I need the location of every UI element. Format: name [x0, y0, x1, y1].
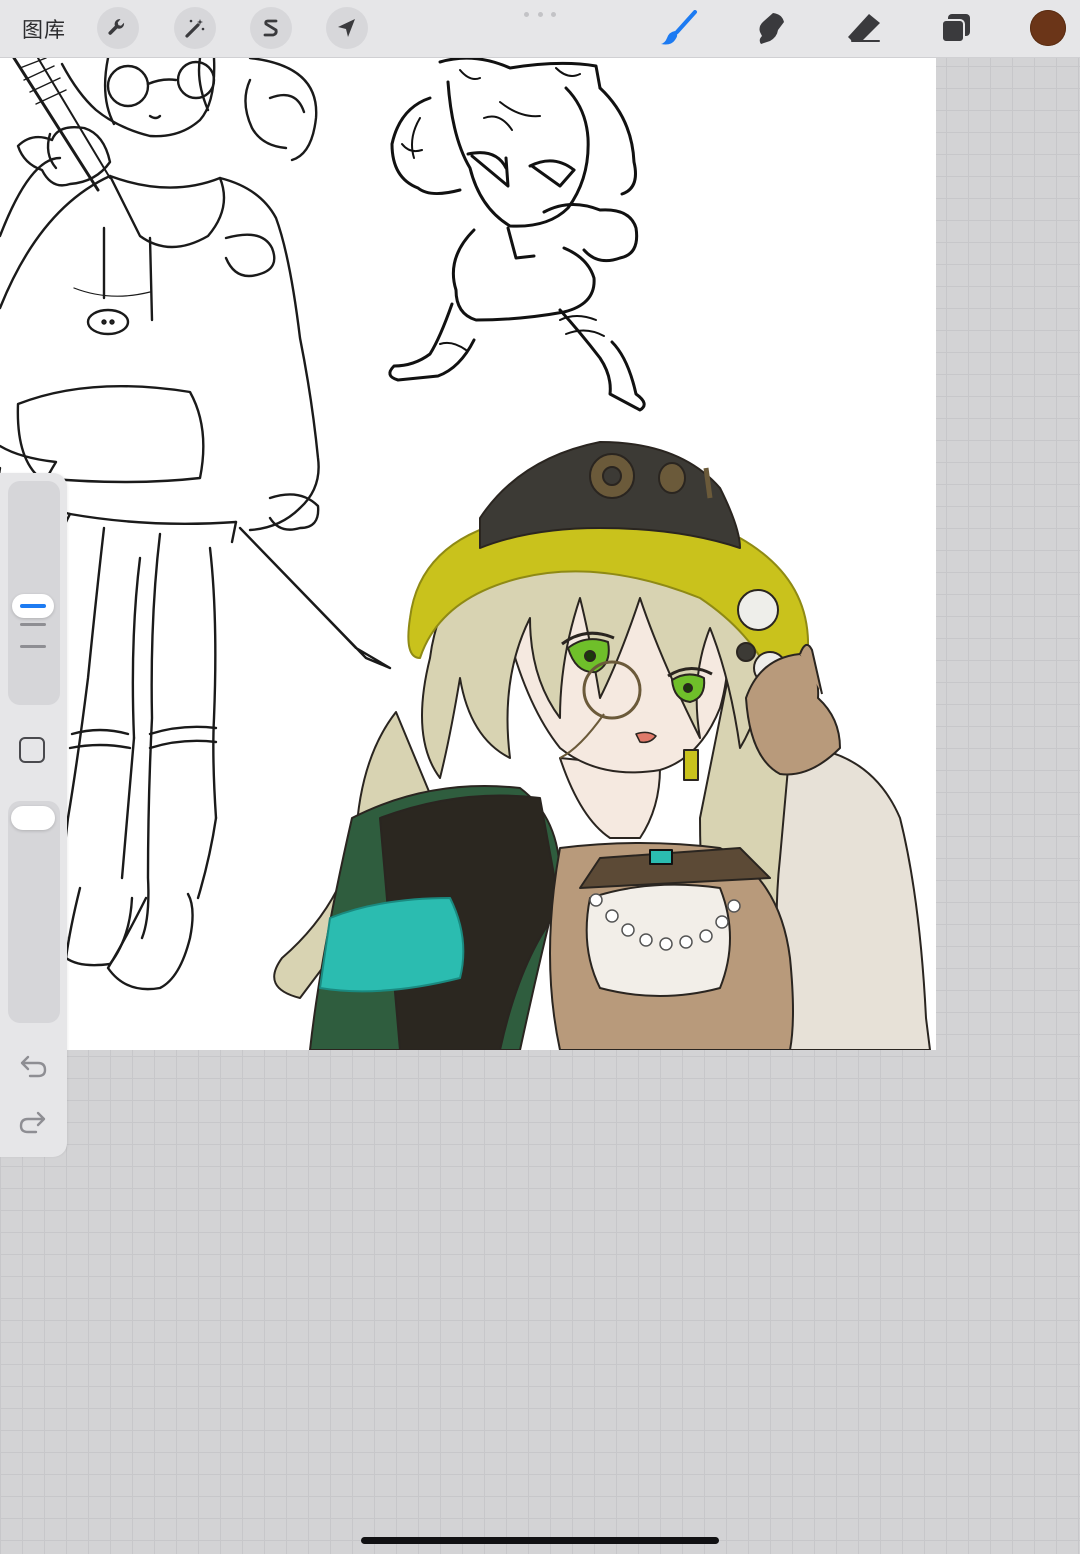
artwork [0, 58, 931, 1050]
grabber-handle[interactable] [524, 12, 556, 18]
drawing-canvas[interactable] [0, 58, 936, 1050]
selection-s-icon[interactable] [250, 7, 292, 49]
color-picker-button[interactable] [1030, 10, 1066, 46]
chibi-character-sketch [388, 58, 646, 412]
redo-icon[interactable] [16, 1107, 50, 1137]
eraser-icon[interactable] [842, 8, 886, 48]
wrench-icon[interactable] [97, 7, 139, 49]
opacity-thumb[interactable] [11, 806, 55, 830]
modify-square-icon[interactable] [19, 737, 45, 763]
size-tick [20, 623, 46, 626]
colored-portrait [273, 441, 931, 1050]
layers-icon[interactable] [934, 8, 978, 48]
arrow-cursor-icon[interactable] [326, 7, 368, 49]
size-tick [20, 645, 46, 648]
home-indicator[interactable] [361, 1537, 719, 1544]
sidebar-controls [0, 473, 67, 1157]
brush-size-slider[interactable] [8, 481, 60, 705]
undo-icon[interactable] [16, 1051, 50, 1081]
brush-icon[interactable] [657, 8, 701, 48]
top-toolbar: 图库 [0, 0, 1080, 58]
magic-wand-icon[interactable] [174, 7, 216, 49]
gallery-button[interactable]: 图库 [22, 14, 66, 44]
smudge-icon[interactable] [749, 8, 793, 48]
opacity-slider[interactable] [8, 801, 60, 1023]
brush-size-thumb[interactable] [12, 594, 54, 618]
